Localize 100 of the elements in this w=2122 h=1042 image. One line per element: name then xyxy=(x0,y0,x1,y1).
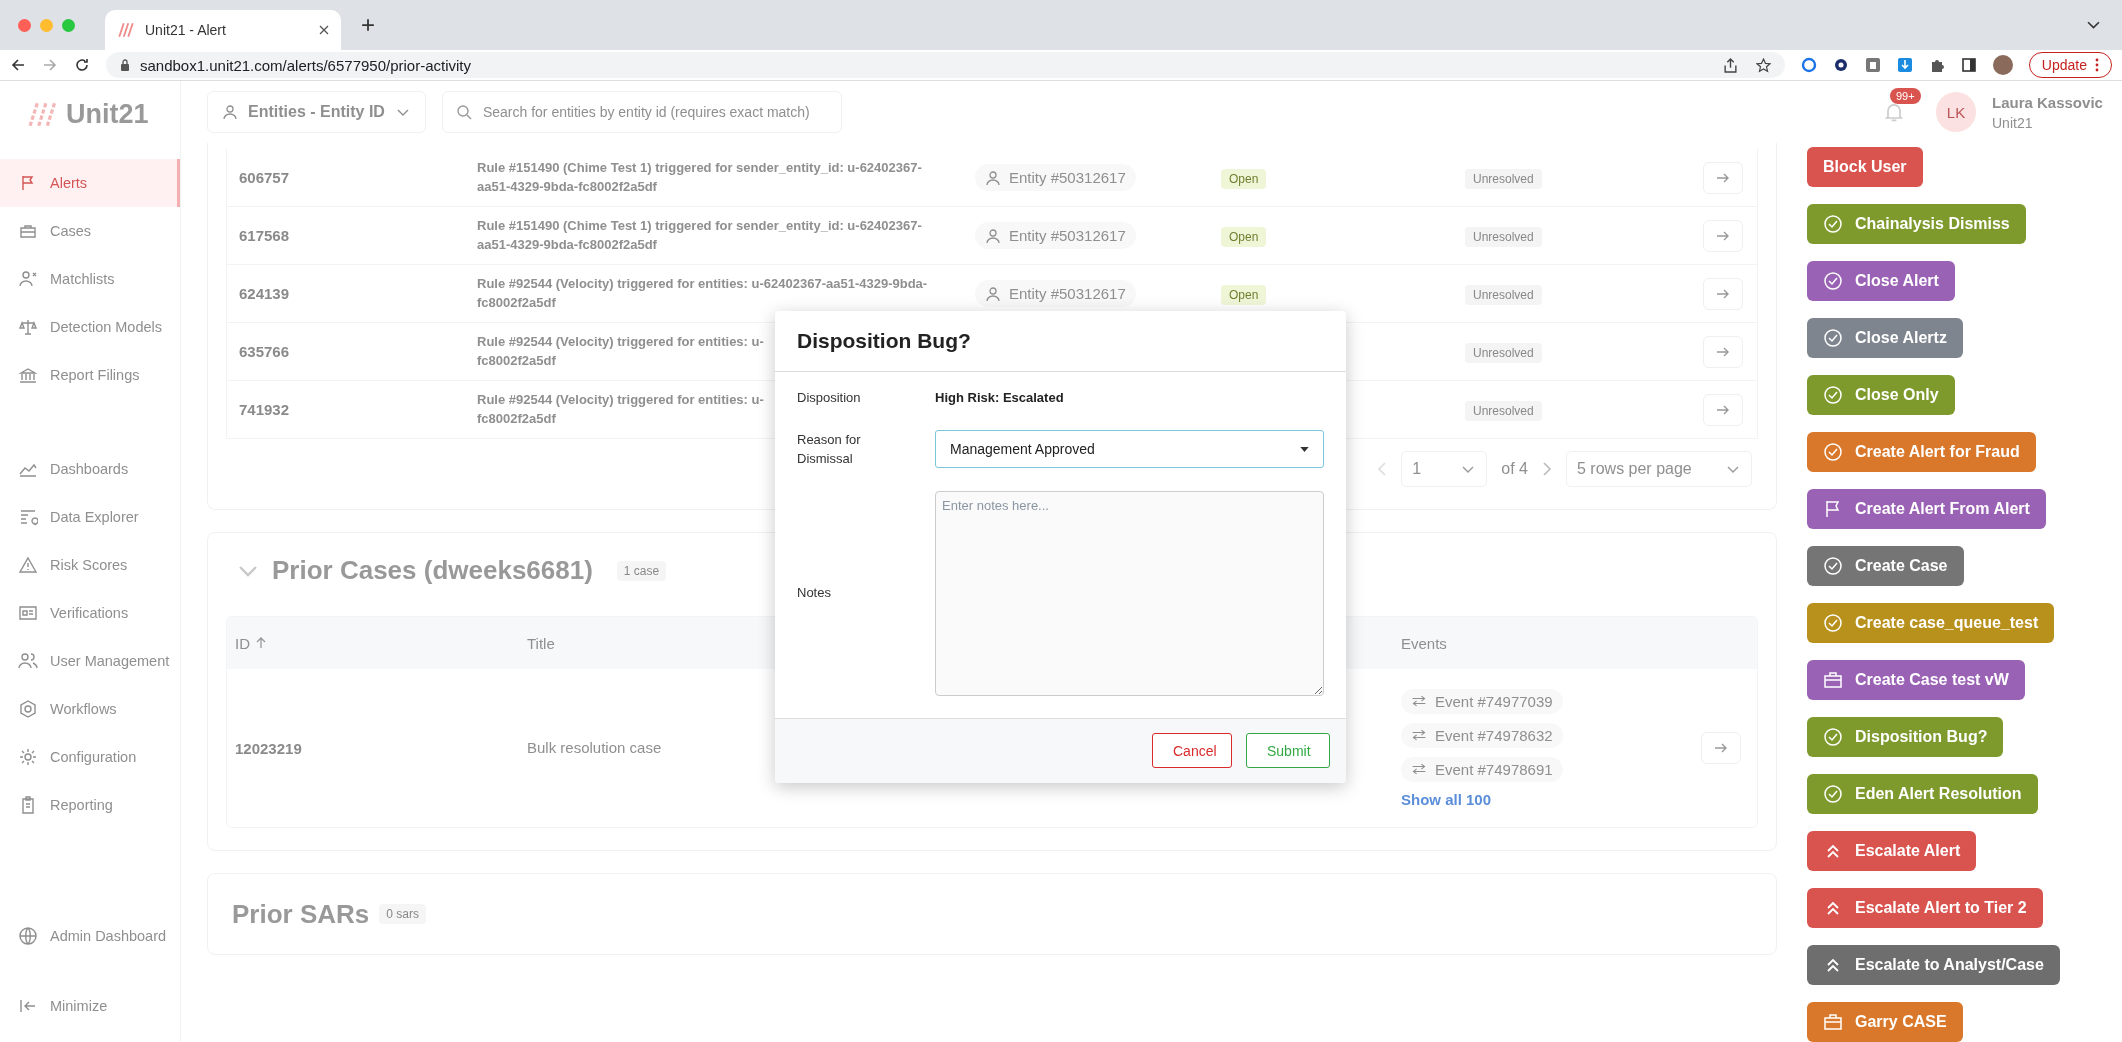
sidebar-item[interactable]: Report Filings xyxy=(0,351,180,399)
briefcase-icon xyxy=(1823,670,1843,690)
alert-description: Rule #151490 (Chime Test 1) triggered for sender_entity_id: u-62402367- aa51-4329-9bda-fc8002f2a5df xyxy=(477,158,922,196)
search-icon xyxy=(455,104,472,120)
disposition-value: High Risk: Escalated xyxy=(935,390,1064,406)
show-all-link[interactable]: Show all 100 xyxy=(1401,790,1492,808)
nav-icon xyxy=(18,365,38,385)
sidebar-item[interactable]: Detection Models xyxy=(0,303,180,351)
alert-id: 741932 xyxy=(239,401,291,418)
open-button[interactable] xyxy=(1701,732,1741,764)
open-button[interactable] xyxy=(1703,393,1743,426)
sidebar-item[interactable]: Alerts xyxy=(0,159,180,207)
sidebar-item[interactable]: Risk Scores xyxy=(0,541,180,589)
submit-button[interactable]: Submit xyxy=(1246,733,1330,768)
check-circle-icon xyxy=(1823,214,1843,234)
sidebar-item[interactable]: Data Explorer xyxy=(0,493,180,541)
next-page-icon[interactable] xyxy=(1542,461,1552,477)
check-circle-icon xyxy=(1823,328,1843,348)
reason-dropdown[interactable]: Management Approved xyxy=(935,430,1324,468)
back-icon[interactable] xyxy=(10,57,26,73)
nav-icon xyxy=(18,269,38,289)
case-id: 12023219 xyxy=(235,739,303,757)
open-button[interactable] xyxy=(1703,219,1743,252)
search-field[interactable]: Search for entities by entity id (requires exact match) xyxy=(441,91,842,133)
browser-tab[interactable]: Unit21 - Alert xyxy=(105,10,341,50)
window-close-control[interactable] xyxy=(18,18,31,32)
open-button[interactable] xyxy=(1703,335,1743,368)
action-button[interactable]: Garry CASE xyxy=(1807,1002,1963,1042)
event-chip[interactable]: Event #74978691 xyxy=(1401,756,1563,782)
action-button[interactable]: Close Alertz xyxy=(1807,318,1963,358)
field-label: Reason for Dismissal xyxy=(797,430,862,468)
action-button[interactable]: Create Alert From Alert xyxy=(1807,489,2046,529)
download-icon[interactable] xyxy=(1896,57,1913,73)
sidebar-item[interactable]: Matchlists xyxy=(0,255,180,303)
sidebar-item[interactable]: Reporting xyxy=(0,781,180,829)
logo-icon xyxy=(117,21,135,39)
action-button[interactable]: Escalate Alert xyxy=(1807,831,1977,871)
event-chip[interactable]: Event #74978632 xyxy=(1401,722,1563,748)
profile-avatar[interactable] xyxy=(1992,55,2013,75)
action-button[interactable]: Create Alert for Fraud xyxy=(1807,432,2036,472)
extension-icon[interactable] xyxy=(1832,57,1849,73)
share-icon[interactable] xyxy=(1722,57,1738,73)
plus-icon[interactable] xyxy=(361,18,375,32)
alert-description: Rule #92544 (Velocity) triggered for entities: u- fc8002f2a5df xyxy=(477,332,764,370)
entity-chip[interactable]: Entity #50312617 xyxy=(975,222,1136,249)
notification-badge: 99+ xyxy=(1890,88,1921,104)
nav-icon xyxy=(18,699,38,719)
rows-per-page-dropdown[interactable]: 5 rows per page xyxy=(1566,451,1752,487)
sidebar-item[interactable]: User Management xyxy=(0,637,180,685)
action-button[interactable]: Eden Alert Resolution xyxy=(1807,774,2038,814)
action-button[interactable]: Close Alert xyxy=(1807,261,1955,301)
update-button[interactable]: Update xyxy=(2028,52,2112,78)
open-button[interactable] xyxy=(1703,277,1743,310)
action-button[interactable]: Create case_queue_test xyxy=(1807,603,2055,643)
address-bar[interactable]: sandbox1.unit21.com/alerts/6577950/prior-activity xyxy=(106,52,1785,78)
person-icon xyxy=(222,104,238,120)
check-circle-icon xyxy=(1823,385,1843,405)
action-button[interactable]: Close Only xyxy=(1807,375,1955,415)
resolution-badge: Unresolved xyxy=(1465,342,1542,363)
forward-icon[interactable] xyxy=(42,57,58,73)
action-button[interactable]: Disposition Bug? xyxy=(1807,717,2004,757)
column-header[interactable]: ID xyxy=(235,634,250,652)
reload-icon[interactable] xyxy=(74,57,90,73)
sort-up-icon[interactable] xyxy=(256,637,266,649)
alert-description: Rule #92544 (Velocity) triggered for entities: u-62402367-aa51-4329-9bda- fc8002f2a5df xyxy=(477,274,928,312)
notes-field[interactable]: Enter notes here... xyxy=(935,490,1324,696)
page-count: of 4 xyxy=(1501,460,1528,478)
chevron-down-icon[interactable] xyxy=(2087,20,2100,30)
nav-icon xyxy=(18,603,38,623)
alert-id: 606757 xyxy=(239,169,291,186)
check-circle-icon xyxy=(1823,556,1843,576)
action-button[interactable]: Block User xyxy=(1807,147,1923,187)
star-icon[interactable] xyxy=(1755,57,1771,73)
user-avatar[interactable]: LK xyxy=(1936,92,1976,132)
minimize-button[interactable]: Minimize xyxy=(0,982,180,1030)
cancel-button[interactable]: Cancel xyxy=(1152,733,1232,768)
sidebar-item[interactable]: Verifications xyxy=(0,589,180,637)
action-button[interactable]: Create Case test vW xyxy=(1807,660,2025,700)
page-dropdown[interactable]: 1 xyxy=(1401,451,1488,487)
action-button[interactable]: Escalate Alert to Tier 2 xyxy=(1807,888,2043,928)
resolution-badge: Unresolved xyxy=(1465,284,1542,305)
person-icon xyxy=(985,169,1001,186)
action-button[interactable]: Chainalysis Dismiss xyxy=(1807,204,2026,244)
entity-type-dropdown[interactable]: Entities - Entity ID xyxy=(207,91,426,133)
sidebar-item[interactable]: Admin Dashboard xyxy=(0,912,180,960)
caret-icon xyxy=(1300,446,1309,452)
sidebar-icon[interactable] xyxy=(1960,57,1977,73)
nav-icon xyxy=(18,926,38,946)
entity-chip[interactable]: Entity #50312617 xyxy=(975,164,1136,191)
entity-chip[interactable]: Entity #50312617 xyxy=(975,280,1136,307)
action-button[interactable]: Create Case xyxy=(1807,546,1964,586)
sidebar-item[interactable]: Configuration xyxy=(0,733,180,781)
sidebar-item[interactable]: Cases xyxy=(0,207,180,255)
resolution-badge: Unresolved xyxy=(1465,400,1542,421)
close-icon[interactable] xyxy=(319,25,329,35)
sidebar-item[interactable]: Dashboards xyxy=(0,445,180,493)
sidebar-item[interactable]: Workflows xyxy=(0,685,180,733)
action-button[interactable]: Escalate to Analyst/Case xyxy=(1807,945,2060,985)
event-chip[interactable]: Event #74977039 xyxy=(1401,688,1563,714)
open-button[interactable] xyxy=(1703,161,1743,194)
